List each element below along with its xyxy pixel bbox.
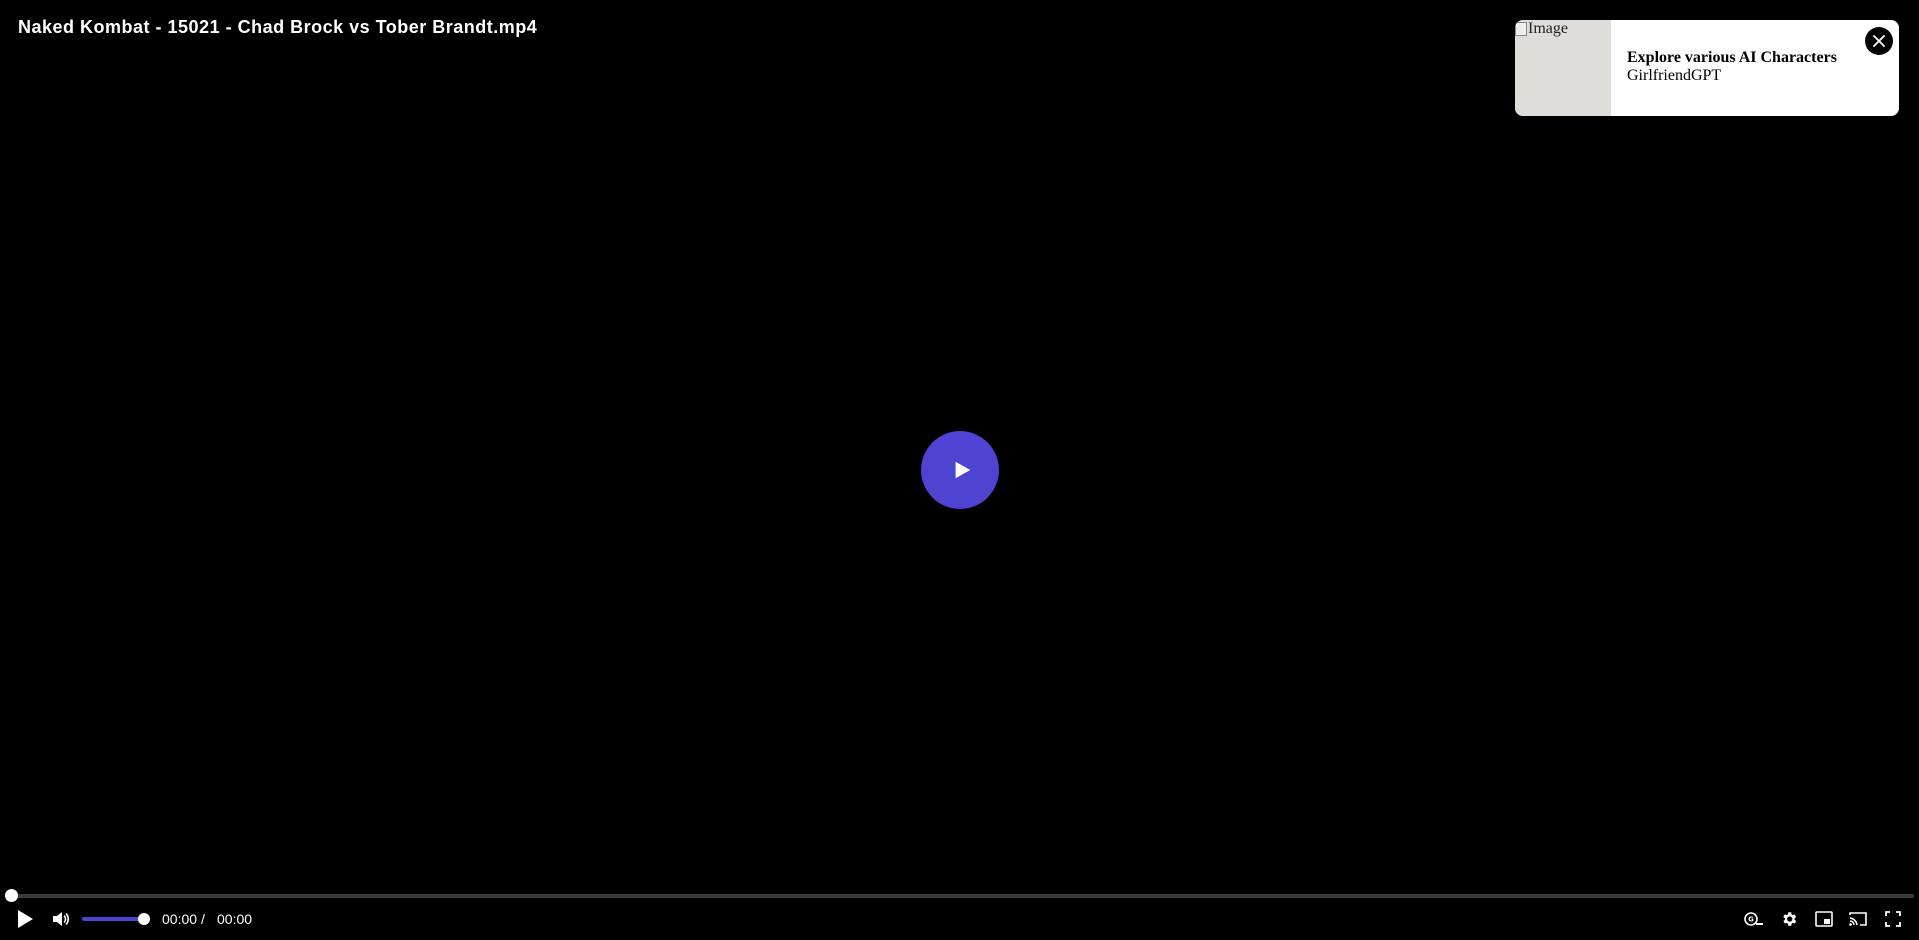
cast-button[interactable] [1847,909,1869,929]
progress-bar[interactable] [10,894,1914,898]
ad-image: Image [1515,20,1611,116]
volume-slider[interactable] [82,917,144,921]
ad-close-button[interactable] [1865,27,1893,55]
fullscreen-icon [1885,911,1901,927]
mute-button[interactable] [51,909,71,929]
ad-headline[interactable]: Explore various AI Characters [1627,49,1837,67]
control-bar: 00:00 / 00:00 G [0,904,1919,934]
ad-image-alt: Image [1528,20,1568,37]
captions-icon: G [1744,912,1763,926]
time-separator: / [201,911,205,927]
video-title: Naked Kombat - 15021 - Chad Brock vs Tob… [18,17,538,37]
ad-brand: GirlfriendGPT [1627,67,1722,84]
captions-button[interactable]: G [1743,909,1765,929]
picture-in-picture-button[interactable] [1813,909,1835,929]
progress-handle[interactable] [5,889,18,902]
close-icon [1873,35,1885,47]
big-play-button[interactable] [921,431,999,509]
play-icon [955,461,971,479]
fullscreen-button[interactable] [1882,909,1904,929]
picture-in-picture-icon [1815,911,1833,927]
ad-card[interactable]: Image Explore various AI Characters Girl… [1515,20,1899,116]
play-button[interactable] [14,908,36,930]
volume-icon [53,912,70,926]
video-player[interactable]: Naked Kombat - 15021 - Chad Brock vs Tob… [0,0,1919,940]
svg-text:G: G [1748,916,1754,924]
ad-text[interactable]: Explore various AI Characters Girlfriend… [1611,20,1837,116]
play-icon [18,910,33,928]
current-time: 00:00 [162,911,198,927]
broken-image-placeholder: Image [1515,20,1568,38]
settings-icon [1783,912,1797,926]
settings-button[interactable] [1778,909,1800,929]
duration: 00:00 [217,911,253,927]
cast-icon [1849,912,1867,926]
volume-handle[interactable] [138,913,150,925]
broken-image-icon [1515,22,1527,36]
